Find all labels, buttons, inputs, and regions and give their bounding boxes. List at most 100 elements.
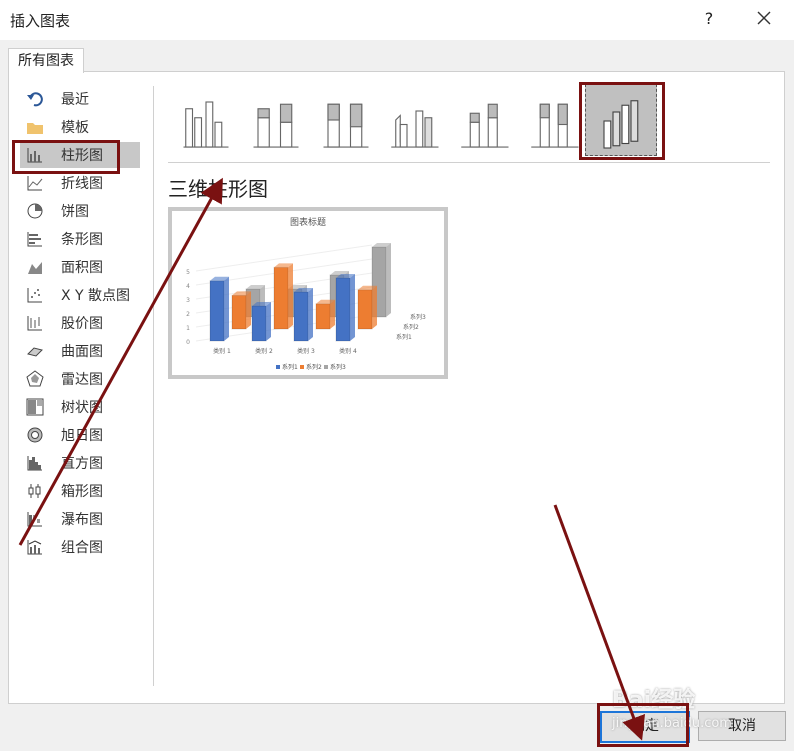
ok-button[interactable]: 确定 <box>600 711 690 743</box>
pie-chart-icon <box>27 203 43 219</box>
percent-stacked-column-icon <box>323 103 369 148</box>
sidebar-item-line-chart[interactable]: 折线图 <box>20 170 140 196</box>
column-chart-icon <box>27 148 42 163</box>
clustered-column-icon <box>183 101 229 148</box>
bar-side <box>330 299 335 329</box>
sidebar-item-waterfall[interactable]: 瀑布图 <box>20 506 140 532</box>
scatter-chart-icon <box>27 288 42 303</box>
legend-swatch <box>276 365 280 369</box>
legend-label: 系列2 <box>306 363 322 371</box>
sidebar-item-histogram[interactable]: 直方图 <box>20 450 140 476</box>
sidebar-item-undo[interactable]: 最近 <box>20 86 140 112</box>
sidebar-item-radar-chart[interactable]: 雷达图 <box>20 366 140 392</box>
sidebar-item-label: 最近 <box>61 92 89 108</box>
chart-preview: 图表标题 0 1 2 3 4 5 类别 1 类别 2 类别 3 类别 4 系列3 系列2 系列1 系列1 系列… <box>168 207 448 379</box>
sidebar-item-label: 条形图 <box>61 232 103 248</box>
3d-percent-stacked-column-icon <box>531 103 579 148</box>
tab-all-charts[interactable]: 所有图表 <box>8 48 84 73</box>
3d-column-icon <box>603 100 639 149</box>
bar-side <box>288 263 293 329</box>
folder-icon <box>27 123 43 134</box>
subtype-clustered-column[interactable] <box>170 84 242 156</box>
sidebar-item-column-chart[interactable]: 柱形图 <box>20 142 140 168</box>
bar-side <box>308 288 313 341</box>
bar-系列2 <box>273 266 289 330</box>
bar-系列1 <box>209 280 225 342</box>
treemap-icon <box>26 398 44 416</box>
help-button[interactable]: ? <box>699 9 719 28</box>
bar-side <box>350 274 355 341</box>
y-tick-label: 4 <box>186 283 190 290</box>
depth-label: 系列2 <box>403 323 419 331</box>
x-tick-label: 类别 3 <box>297 347 315 355</box>
undo-icon <box>27 92 43 107</box>
bar-系列2 <box>231 294 247 330</box>
sidebar-item-label: 树状图 <box>61 400 103 416</box>
sidebar-item-surface-chart[interactable]: 曲面图 <box>20 338 140 364</box>
title-bar <box>0 0 794 40</box>
stock-chart-icon <box>27 316 42 331</box>
sidebar-item-label: 组合图 <box>61 540 103 556</box>
3d-clustered-column-icon <box>391 110 439 148</box>
stacked-column-icon <box>253 103 299 148</box>
depth-label: 系列3 <box>410 313 426 321</box>
area-chart-icon <box>28 262 42 274</box>
subtype-3d-stacked-column[interactable] <box>450 84 522 156</box>
3d-stacked-column-icon <box>461 103 509 148</box>
sidebar-item-label: 股价图 <box>61 316 103 332</box>
subtype-percent-stacked-column[interactable] <box>310 84 382 156</box>
bar-side <box>246 291 251 329</box>
sidebar-item-label: 折线图 <box>61 176 103 192</box>
sidebar-item-label: 面积图 <box>61 260 103 276</box>
bar-side <box>372 285 377 329</box>
legend-label: 系列3 <box>330 363 346 371</box>
radar-chart-icon <box>26 370 44 387</box>
bar-系列2 <box>357 289 373 330</box>
y-tick-label: 2 <box>186 311 190 318</box>
surface-chart-icon <box>27 347 43 357</box>
sidebar-item-label: 模板 <box>61 120 89 136</box>
close-icon <box>757 11 771 25</box>
subtype-divider <box>168 162 770 163</box>
preview-chart: 图表标题 0 1 2 3 4 5 类别 1 类别 2 类别 3 类别 4 系列3 系列2 系列1 系列1 系列… <box>186 216 426 371</box>
sidebar-item-label: 旭日图 <box>61 428 103 444</box>
sidebar-item-sunburst[interactable]: 旭日图 <box>20 422 140 448</box>
subtype-3d-clustered-column[interactable] <box>380 84 452 156</box>
sunburst-icon <box>27 427 43 443</box>
bar-chart-icon <box>27 232 42 247</box>
box-whisker-icon <box>28 484 41 498</box>
y-tick-label: 1 <box>186 325 190 332</box>
sidebar-item-box-whisker[interactable]: 箱形图 <box>20 478 140 504</box>
dialog-title: 插入图表 <box>10 12 71 30</box>
x-tick-label: 类别 2 <box>255 347 273 355</box>
sidebar-item-folder[interactable]: 模板 <box>20 114 140 140</box>
y-tick-label: 3 <box>186 297 190 304</box>
legend-swatch <box>324 365 328 369</box>
preview-chart-title: 图表标题 <box>290 216 326 228</box>
sidebar-item-label: 瀑布图 <box>61 512 103 528</box>
waterfall-icon <box>27 512 42 527</box>
sidebar-divider <box>153 86 154 686</box>
depth-label: 系列1 <box>396 333 412 341</box>
x-tick-label: 类别 4 <box>339 347 357 355</box>
x-tick-label: 类别 1 <box>213 347 231 355</box>
subtype-3d-column[interactable] <box>585 84 657 156</box>
close-button[interactable] <box>752 6 776 30</box>
sidebar-item-stock-chart[interactable]: 股价图 <box>20 310 140 336</box>
y-tick-label: 0 <box>186 339 190 346</box>
sidebar-item-label: 柱形图 <box>61 148 103 164</box>
sidebar-item-pie-chart[interactable]: 饼图 <box>20 198 140 224</box>
sidebar-item-scatter-chart[interactable]: X Y 散点图 <box>20 282 140 308</box>
sidebar-item-treemap[interactable]: 树状图 <box>20 394 140 420</box>
sidebar-item-label: 直方图 <box>61 456 103 472</box>
legend-label: 系列1 <box>282 363 298 371</box>
sidebar-item-bar-chart[interactable]: 条形图 <box>20 226 140 252</box>
subtype-3d-percent-stacked-column[interactable] <box>520 84 592 156</box>
cancel-button[interactable]: 取消 <box>698 711 786 741</box>
sidebar-item-combo-chart[interactable]: 组合图 <box>20 534 140 560</box>
subtype-stacked-column[interactable] <box>240 84 312 156</box>
sidebar-item-area-chart[interactable]: 面积图 <box>20 254 140 280</box>
combo-chart-icon <box>27 540 42 555</box>
bar-系列1 <box>251 305 267 342</box>
bar-系列2 <box>315 303 331 330</box>
